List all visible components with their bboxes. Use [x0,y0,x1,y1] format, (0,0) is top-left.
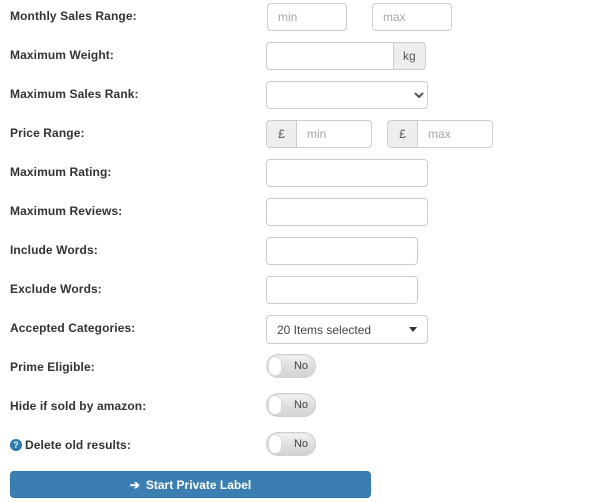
form-row-accepted-categories: Accepted Categories: 20 Items selected [0,312,590,351]
maximum-sales-rank-select[interactable] [266,81,428,109]
delete-old-results-toggle-state: No [293,437,308,450]
form-row-monthly-sales-range: Monthly Sales Range: [0,0,590,39]
start-private-label-button[interactable]: ➔ Start Private Label [10,471,371,498]
price-max-input-group: £ [387,120,493,148]
accepted-categories-multiselect[interactable]: 20 Items selected [266,315,428,344]
include-words-input[interactable] [266,237,418,265]
monthly-sales-max-input[interactable] [372,3,452,31]
monthly-sales-min-input[interactable] [267,3,347,31]
hide-if-sold-by-amazon-toggle-state: No [293,398,308,411]
price-min-input[interactable] [296,120,372,148]
accepted-categories-value: 20 Items selected [277,322,372,337]
form-row-maximum-reviews: Maximum Reviews: [0,195,590,234]
form-row-price-range: Price Range: £ £ [0,117,590,156]
toggle-knob [268,434,282,454]
form-row-maximum-weight: Maximum Weight: kg [0,39,590,78]
toggle-knob [268,356,282,376]
form-row-hide-if-sold-by-amazon: Hide if sold by amazon: No [0,390,590,429]
form-row-maximum-sales-rank: Maximum Sales Rank: [0,78,590,117]
prime-eligible-toggle-state: No [293,359,308,372]
price-max-input[interactable] [417,120,493,148]
arrow-right-icon: ➔ [129,477,140,492]
toggle-knob [268,395,282,415]
chevron-down-icon [409,327,417,332]
maximum-weight-input[interactable] [266,42,394,70]
start-private-label-button-label: Start Private Label [145,477,252,492]
form-row-maximum-rating: Maximum Rating: [0,156,590,195]
currency-symbol-min: £ [266,120,296,148]
form-row-exclude-words: Exclude Words: [0,273,590,312]
prime-eligible-toggle[interactable]: No [266,354,316,378]
maximum-weight-input-group: kg [266,42,426,70]
form-row-delete-old-results: ? Delete old results: No [0,429,590,468]
weight-unit-addon: kg [394,42,426,70]
label-delete-old-results: ? Delete old results: [10,429,131,474]
currency-symbol-max: £ [387,120,417,148]
hide-if-sold-by-amazon-toggle[interactable]: No [266,393,316,417]
help-icon[interactable]: ? [10,439,22,451]
form-row-include-words: Include Words: [0,234,590,273]
delete-old-results-toggle[interactable]: No [266,432,316,456]
price-min-input-group: £ [266,120,372,148]
form-row-prime-eligible: Prime Eligible: No [0,351,590,390]
maximum-reviews-input[interactable] [266,198,428,226]
label-delete-old-results-text: Delete old results: [25,438,131,452]
maximum-rating-input[interactable] [266,159,428,187]
exclude-words-input[interactable] [266,276,418,304]
